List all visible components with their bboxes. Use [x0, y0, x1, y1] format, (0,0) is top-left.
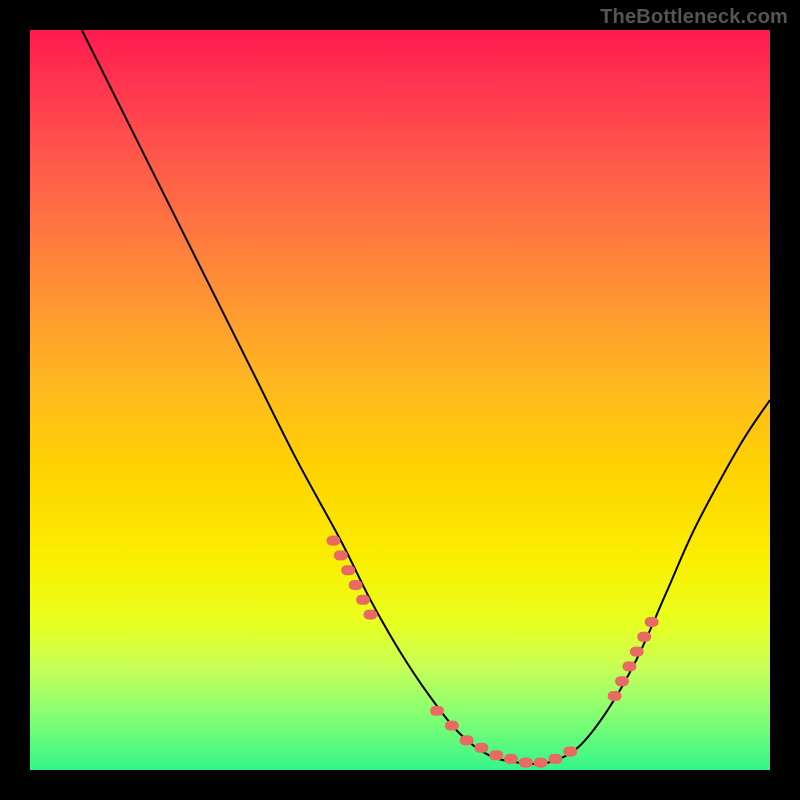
data-marker [356, 595, 370, 605]
data-marker [334, 550, 348, 560]
data-marker [349, 580, 363, 590]
data-marker [430, 706, 444, 716]
data-marker [341, 565, 355, 575]
data-marker [519, 758, 533, 768]
data-marker [608, 691, 622, 701]
data-marker [474, 743, 488, 753]
data-marker [563, 747, 577, 757]
data-marker [615, 676, 629, 686]
curve-layer [82, 30, 770, 764]
data-marker [460, 735, 474, 745]
data-marker [504, 754, 518, 764]
data-marker [534, 758, 548, 768]
data-marker [622, 661, 636, 671]
data-marker [445, 721, 459, 731]
data-marker [637, 632, 651, 642]
data-marker [548, 754, 562, 764]
bottleneck-curve [82, 30, 770, 764]
marker-layer [326, 536, 658, 768]
data-marker [363, 610, 377, 620]
data-marker [326, 536, 340, 546]
data-marker [645, 617, 659, 627]
data-marker [630, 647, 644, 657]
data-marker [489, 750, 503, 760]
bottleneck-curve-chart [0, 0, 800, 800]
